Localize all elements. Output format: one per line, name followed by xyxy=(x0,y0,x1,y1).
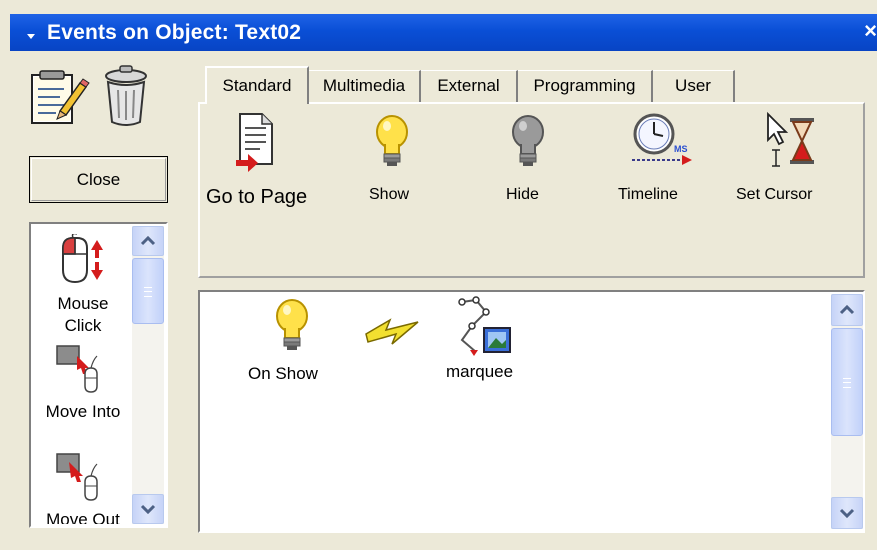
action-label-set-cursor: Set Cursor xyxy=(736,186,813,203)
scroll-thumb[interactable] xyxy=(831,328,863,436)
page-arrow-icon xyxy=(234,110,278,177)
action-timeline[interactable]: MS Timeline xyxy=(612,104,712,224)
close-button-label: Close xyxy=(76,170,121,189)
action-show[interactable]: Show xyxy=(350,104,430,224)
chevron-up-icon xyxy=(140,235,156,246)
lightbulb-on-icon xyxy=(374,114,410,175)
canvas-event-label: On Show xyxy=(248,364,318,383)
action-label-timeline: Timeline xyxy=(618,186,678,203)
action-label-go-to-page: Go to Page xyxy=(206,186,308,208)
canvas-target-label: marquee xyxy=(446,362,514,381)
event-canvas[interactable]: On Show marquee xyxy=(198,290,865,533)
event-label-move-out: Move Out xyxy=(46,510,120,524)
mouse-click-icon xyxy=(55,232,105,289)
lightning-bolt-icon xyxy=(362,314,422,355)
event-list-scrollbar[interactable] xyxy=(132,226,164,524)
event-label-move-into: Move Into xyxy=(45,402,121,421)
scroll-up-button[interactable] xyxy=(831,294,863,326)
list-item-move-out[interactable]: Move Out xyxy=(33,448,133,524)
chevron-up-icon xyxy=(839,304,855,315)
chevron-down-icon xyxy=(140,504,156,515)
canvas-scrollbar[interactable] xyxy=(831,294,863,529)
marquee-path-icon xyxy=(456,296,516,363)
canvas-event-on-show[interactable]: On Show xyxy=(242,298,342,388)
tab-programming[interactable]: Programming xyxy=(518,70,653,102)
collapse-arrow-icon[interactable] xyxy=(26,28,36,39)
scroll-down-button[interactable] xyxy=(132,494,164,524)
lightbulb-off-icon xyxy=(510,114,546,175)
move-out-icon xyxy=(55,452,105,507)
actions-panel: Go to Page Show Hide MS Timeline Set Cur… xyxy=(198,102,865,278)
window-title: Events on Object: Text02 xyxy=(47,21,302,44)
tab-standard[interactable]: Standard xyxy=(205,66,309,104)
action-set-cursor[interactable]: Set Cursor xyxy=(730,104,860,224)
events-window: Events on Object: Text02 × Close Mouse C… xyxy=(0,0,877,550)
list-item-mouse-click[interactable]: Mouse Click xyxy=(33,226,133,335)
clock-timeline-icon: MS xyxy=(626,112,696,173)
event-list[interactable]: Mouse Click Move Into Move Out xyxy=(29,222,168,528)
event-canvas-viewport: On Show marquee xyxy=(202,294,861,529)
close-button[interactable]: Close xyxy=(29,156,168,203)
event-label-mouse: Mouse xyxy=(57,294,109,313)
event-label-click: Click xyxy=(64,316,102,335)
action-hide[interactable]: Hide xyxy=(496,104,576,224)
lightbulb-on-icon xyxy=(274,298,310,359)
svg-text:MS: MS xyxy=(674,144,688,154)
chevron-down-icon xyxy=(839,508,855,519)
scroll-thumb[interactable] xyxy=(132,258,164,324)
close-icon[interactable]: × xyxy=(864,20,877,42)
move-into-icon xyxy=(55,344,105,399)
trash-can-icon[interactable] xyxy=(100,64,152,130)
title-bar[interactable]: Events on Object: Text02 × xyxy=(10,14,877,51)
action-label-hide: Hide xyxy=(506,186,539,203)
notepad-pencil-icon[interactable] xyxy=(26,67,90,129)
tab-user[interactable]: User xyxy=(653,70,735,102)
scroll-up-button[interactable] xyxy=(132,226,164,256)
tab-multimedia[interactable]: Multimedia xyxy=(309,70,421,102)
action-go-to-page[interactable]: Go to Page xyxy=(200,104,320,224)
canvas-target-marquee[interactable]: marquee xyxy=(442,296,542,386)
list-item-move-into[interactable]: Move Into xyxy=(33,340,133,426)
scroll-down-button[interactable] xyxy=(831,497,863,529)
tab-external[interactable]: External xyxy=(421,70,518,102)
cursor-hourglass-icon xyxy=(764,110,820,175)
action-label-show: Show xyxy=(369,186,410,203)
